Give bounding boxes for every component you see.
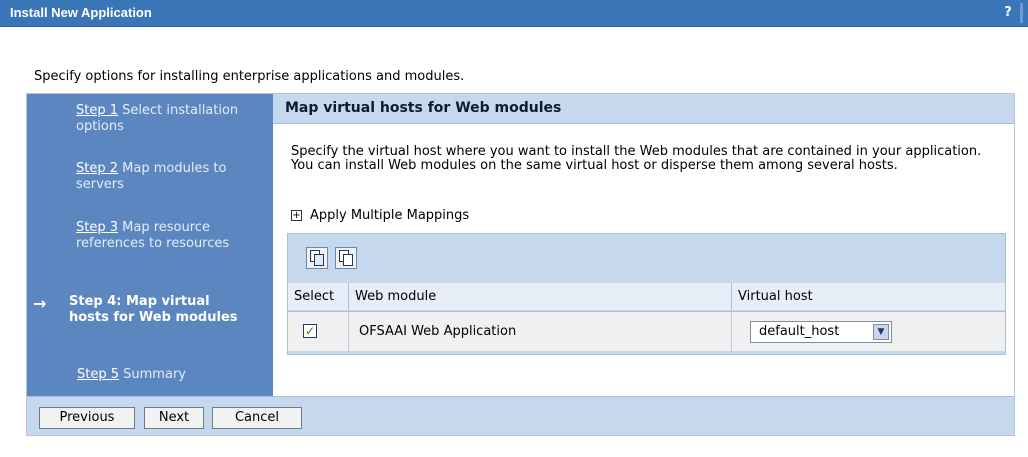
titlebar-separator <box>1020 3 1023 23</box>
step-2-link[interactable]: Step 2 <box>76 161 118 176</box>
virtual-host-select[interactable]: default_host ▼ <box>750 321 892 343</box>
step-5-label: Summary <box>123 367 186 382</box>
cancel-button[interactable]: Cancel <box>212 407 302 429</box>
column-header-virtual-host: Virtual host <box>732 283 1005 310</box>
step-2[interactable]: Step 2 Map modules to servers <box>76 161 266 193</box>
window-title: Install New Application <box>10 5 152 20</box>
step-4-current: Step 4: Map virtual hosts for Web module… <box>69 294 241 326</box>
intro-text: Specify options for installing enterpris… <box>34 69 465 84</box>
previous-button[interactable]: Previous <box>39 407 135 429</box>
select-all-front-page <box>314 254 324 266</box>
step-1[interactable]: Step 1 Select installation options <box>76 103 266 135</box>
step-5[interactable]: Step 5 Summary <box>77 367 267 383</box>
column-header-web-module: Web module <box>349 283 732 310</box>
window-titlebar: Install New Application ? <box>0 0 1028 27</box>
apply-multiple-mappings-toggle[interactable]: + Apply Multiple Mappings <box>291 208 469 223</box>
deselect-all-icon[interactable] <box>335 247 357 269</box>
select-all-icon[interactable] <box>306 247 328 269</box>
chevron-down-icon[interactable]: ▼ <box>873 324 889 340</box>
step-4-label: Step 4: Map virtual hosts for Web module… <box>69 294 238 325</box>
column-header-select: Select <box>288 283 349 310</box>
step-5-link[interactable]: Step 5 <box>77 367 119 382</box>
section-title: Map virtual hosts for Web modules <box>285 100 562 116</box>
row-select-checkbox[interactable]: ✓ <box>303 324 317 338</box>
table-row: ✓ OFSAAI Web Application default_host ▼ <box>288 311 1005 352</box>
mapping-table: Select Web module Virtual host ✓ OFSAAI … <box>287 233 1006 355</box>
help-icon[interactable]: ? <box>1000 3 1016 22</box>
wizard-footer: Previous Next Cancel <box>27 396 1014 435</box>
web-module-cell: OFSAAI Web Application <box>349 312 732 352</box>
step-3[interactable]: Step 3 Map resource references to resour… <box>76 220 248 252</box>
wizard-step-nav: Step 1 Select installation options Step … <box>27 94 273 396</box>
section-description: Specify the virtual host where you want … <box>291 144 982 173</box>
apply-multiple-mappings-label: Apply Multiple Mappings <box>310 208 470 223</box>
expand-plus-icon[interactable]: + <box>291 210 302 221</box>
virtual-host-value: default_host <box>759 324 840 339</box>
section-header: Map virtual hosts for Web modules <box>273 94 1014 124</box>
select-cell: ✓ <box>288 312 349 352</box>
step-3-link[interactable]: Step 3 <box>76 220 118 235</box>
next-button[interactable]: Next <box>144 407 204 429</box>
current-step-arrow-icon: → <box>33 294 47 313</box>
wizard-content: Map virtual hosts for Web modules Specif… <box>273 94 1014 396</box>
step-1-link[interactable]: Step 1 <box>76 103 118 118</box>
deselect-all-front-page <box>343 254 353 266</box>
